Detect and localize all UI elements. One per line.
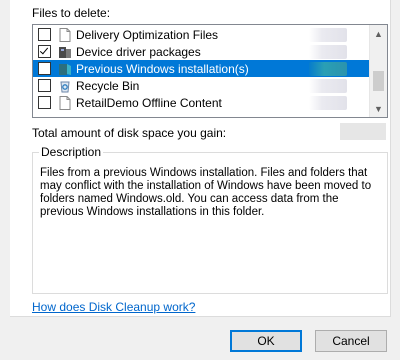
list-item-label: Device driver packages: [76, 44, 201, 59]
total-space-value: [340, 123, 386, 140]
cancel-button[interactable]: Cancel: [315, 330, 387, 352]
checkbox[interactable]: [38, 28, 51, 41]
size-value: [309, 45, 347, 59]
checkbox[interactable]: [38, 96, 51, 109]
list-item[interactable]: Previous Windows installation(s): [33, 60, 369, 77]
size-value: [309, 79, 347, 93]
files-listbox[interactable]: Delivery Optimization Files Device drive…: [32, 24, 388, 118]
description-text: Files from a previous Windows installati…: [40, 167, 372, 218]
total-space-label: Total amount of disk space you gain:: [32, 126, 227, 140]
ok-button[interactable]: OK: [230, 330, 302, 352]
size-value: [309, 28, 347, 42]
checkbox[interactable]: [38, 79, 51, 92]
scroll-down-icon[interactable]: ▼: [370, 100, 387, 117]
size-value: [309, 62, 347, 76]
list-item-label: Delivery Optimization Files: [76, 27, 219, 42]
windows-install-icon: [58, 62, 72, 76]
list-item-label: RetailDemo Offline Content: [76, 95, 222, 110]
list-item-label: Recycle Bin: [76, 78, 140, 93]
list-item[interactable]: RetailDemo Offline Content: [33, 94, 369, 111]
list-item[interactable]: Device driver packages: [33, 43, 369, 60]
recycle-bin-icon: [58, 79, 72, 93]
checkbox[interactable]: [38, 62, 51, 75]
scroll-thumb[interactable]: [373, 71, 384, 91]
dialog-panel: Files to delete: Delivery Optimization F…: [10, 0, 391, 317]
list-item[interactable]: Delivery Optimization Files: [33, 26, 369, 43]
description-title: Description: [39, 145, 104, 159]
document-icon: [58, 27, 72, 42]
checkbox[interactable]: [38, 45, 51, 58]
files-to-delete-label: Files to delete:: [32, 6, 111, 20]
description-group: Description Files from a previous Window…: [32, 145, 388, 294]
help-link[interactable]: How does Disk Cleanup work?: [32, 300, 195, 314]
scroll-up-icon[interactable]: ▲: [370, 25, 387, 42]
vertical-scrollbar[interactable]: ▲ ▼: [369, 25, 387, 117]
document-icon: [58, 95, 72, 110]
driver-package-icon: [58, 45, 72, 59]
size-value: [309, 96, 347, 110]
list-item-label: Previous Windows installation(s): [76, 61, 249, 76]
list-item[interactable]: Recycle Bin: [33, 77, 369, 94]
